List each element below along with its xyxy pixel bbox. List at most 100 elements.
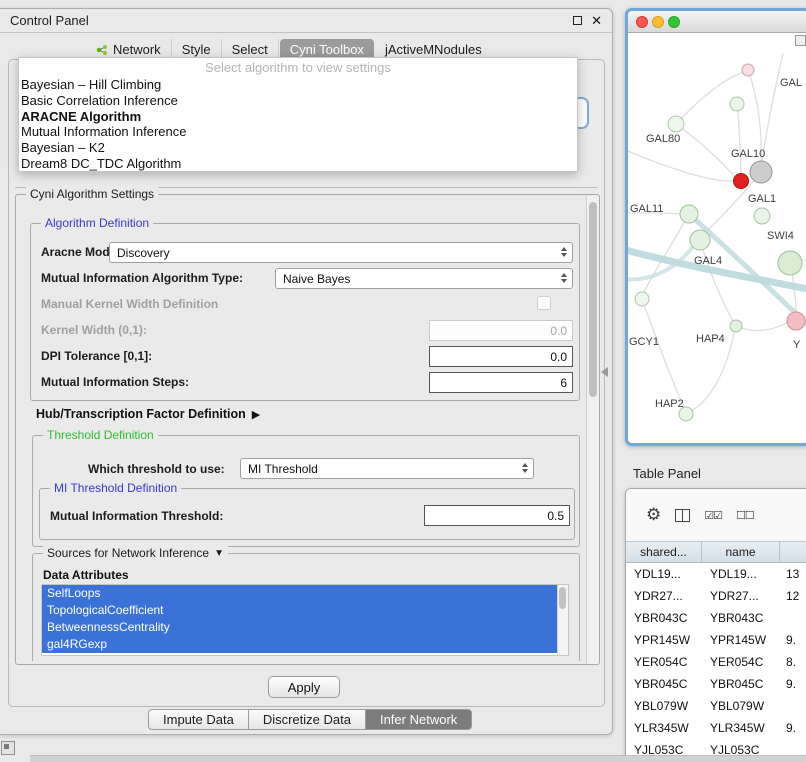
node-label-gal1[interactable]: GAL1	[748, 193, 776, 205]
corner-widget[interactable]	[795, 35, 806, 46]
table-toolbar: ⚙ ☑☑ ☐☐	[626, 489, 806, 541]
node-label-hap2[interactable]: HAP2	[655, 398, 684, 410]
data-attributes-list: SelfLoops TopologicalCoefficient Between…	[41, 584, 569, 656]
collapsed-panel-icon[interactable]	[1, 741, 15, 755]
manual-kernel-checkbox[interactable]	[537, 296, 551, 310]
aracne-mode-select[interactable]: Discovery	[109, 242, 573, 263]
threshold-definition-group: Threshold Definition Which threshold to …	[32, 435, 580, 547]
graph-node[interactable]	[730, 97, 744, 111]
table-row[interactable]: YPR145W YPR145W 9.	[626, 629, 806, 651]
table-panel-window: ⚙ ☑☑ ☐☐ shared... name YDL19... YDL19...…	[625, 488, 806, 762]
dropdown-placeholder: Select algorithm to view settings	[19, 58, 577, 77]
columns-icon[interactable]	[675, 509, 690, 522]
node-label-gal11[interactable]: GAL11	[630, 203, 663, 215]
list-item[interactable]: SelfLoops	[42, 585, 557, 602]
sources-toggle[interactable]: Sources for Network Inference ▼	[43, 546, 228, 560]
aracne-mode-value: Discovery	[117, 246, 170, 260]
node-label-swi4[interactable]: SWI4	[767, 230, 794, 242]
list-item[interactable]: gal4RGexp	[42, 636, 557, 653]
close-icon[interactable]	[636, 16, 648, 28]
cell: YBR043C	[702, 611, 780, 625]
graph-node[interactable]	[787, 312, 805, 330]
dpi-tolerance-label: DPI Tolerance [0,1]:	[41, 349, 152, 363]
table-row[interactable]: YER054C YER054C 8.	[626, 651, 806, 673]
menu-item-selected[interactable]: ARACNE Algorithm	[19, 109, 577, 125]
table-row[interactable]: YBR043C YBR043C	[626, 607, 806, 629]
mi-type-select[interactable]: Naive Bayes	[275, 268, 573, 289]
apply-button[interactable]: Apply	[268, 676, 340, 698]
tab-impute-data[interactable]: Impute Data	[148, 709, 249, 730]
graph-node[interactable]	[668, 116, 684, 132]
kernel-width-field[interactable]: 0.0	[429, 320, 573, 341]
tab-label: Impute Data	[163, 712, 234, 727]
node-label-gal80[interactable]: GAL80	[646, 133, 680, 145]
graph-node[interactable]	[680, 205, 698, 223]
list-item[interactable]: BetweennessCentrality	[42, 619, 557, 636]
graph-node[interactable]	[635, 292, 649, 306]
table-row[interactable]: YBR045C YBR045C 9.	[626, 673, 806, 695]
select-all-icon[interactable]: ☑☑	[704, 509, 722, 522]
node-label-hap4[interactable]: HAP4	[696, 333, 725, 345]
table-panel-title: Table Panel	[633, 466, 701, 481]
table-row[interactable]: YLR345W YLR345W 9.	[626, 717, 806, 739]
control-panel-titlebar[interactable]: Control Panel ✕	[0, 9, 612, 33]
node-label-gcy1[interactable]: GCY1	[629, 336, 659, 348]
data-attributes-label: Data Attributes	[43, 568, 129, 582]
graph-edge	[642, 299, 684, 407]
dpi-tolerance-field[interactable]: 0.0	[429, 346, 573, 367]
list-item[interactable]: TopologicalCoefficient	[42, 602, 557, 619]
tab-discretize-data[interactable]: Discretize Data	[248, 709, 366, 730]
menu-item[interactable]: Bayesian – K2	[19, 140, 577, 156]
cell: YLR345W	[702, 721, 780, 735]
menu-item[interactable]: Bayesian – Hill Climbing	[19, 77, 577, 93]
tab-label: Network	[113, 43, 161, 57]
network-canvas[interactable]: GAL GAL80 GAL10 GAL11 GAL1 SWI4 GAL4 GCY…	[628, 33, 806, 443]
collapse-down-icon[interactable]: ▼	[214, 548, 224, 559]
menu-item[interactable]: Basic Correlation Inference	[19, 93, 577, 109]
list-scrollbar[interactable]	[557, 585, 568, 655]
menu-item[interactable]: Dream8 DC_TDC Algorithm	[19, 156, 577, 172]
tab-infer-network[interactable]: Infer Network	[365, 709, 472, 730]
table-row[interactable]: YDL19... YDL19... 13	[626, 563, 806, 585]
graph-node[interactable]	[730, 320, 742, 332]
mi-steps-field[interactable]: 6	[429, 372, 573, 393]
cyni-mode-tabs: Impute Data Discretize Data Infer Networ…	[148, 709, 472, 730]
node-label-y[interactable]: Y	[793, 339, 800, 351]
close-icon[interactable]: ✕	[591, 14, 602, 27]
table-row[interactable]: YBL079W YBL079W	[626, 695, 806, 717]
settings-scrollbar[interactable]	[586, 196, 599, 664]
column-header-name[interactable]: name	[702, 542, 780, 562]
gear-icon[interactable]: ⚙	[646, 505, 661, 525]
dpi-tolerance-value: 0.0	[550, 350, 567, 364]
hub-definition-toggle[interactable]: Hub/Transcription Factor Definition ▶	[36, 407, 260, 421]
mi-steps-value: 6	[560, 376, 567, 390]
cell: YDR27...	[702, 589, 780, 603]
cell: 9.	[780, 633, 806, 647]
which-threshold-select[interactable]: MI Threshold	[240, 458, 534, 479]
graph-node-selected[interactable]	[734, 174, 749, 189]
node-label-gal10[interactable]: GAL10	[731, 148, 765, 160]
graph-edge	[736, 322, 788, 331]
deselect-all-icon[interactable]: ☐☐	[736, 509, 754, 522]
graph-edge	[676, 124, 735, 177]
minimize-icon[interactable]	[652, 16, 664, 28]
graph-node[interactable]	[690, 230, 710, 250]
float-icon[interactable]	[573, 16, 582, 25]
graph-node[interactable]	[742, 64, 754, 76]
column-header-extra[interactable]	[780, 542, 806, 562]
node-label-gal4[interactable]: GAL4	[694, 255, 722, 267]
mi-threshold-field[interactable]: 0.5	[424, 505, 570, 526]
apply-label: Apply	[288, 680, 321, 695]
column-header-shared-name[interactable]: shared...	[626, 542, 702, 562]
node-label-gal[interactable]: GAL	[780, 77, 802, 89]
graph-node[interactable]	[754, 208, 770, 224]
graph-node[interactable]	[778, 251, 802, 275]
expand-right-icon[interactable]: ▶	[252, 408, 260, 421]
menu-item[interactable]: Mutual Information Inference	[19, 124, 577, 140]
graph-node-hub[interactable]	[750, 161, 772, 183]
network-window-titlebar[interactable]	[628, 11, 806, 33]
zoom-icon[interactable]	[668, 16, 680, 28]
table-row[interactable]: YDR27... YDR27... 12	[626, 585, 806, 607]
kernel-width-value: 0.0	[550, 324, 567, 338]
splitter-collapse-icon[interactable]	[601, 367, 608, 377]
